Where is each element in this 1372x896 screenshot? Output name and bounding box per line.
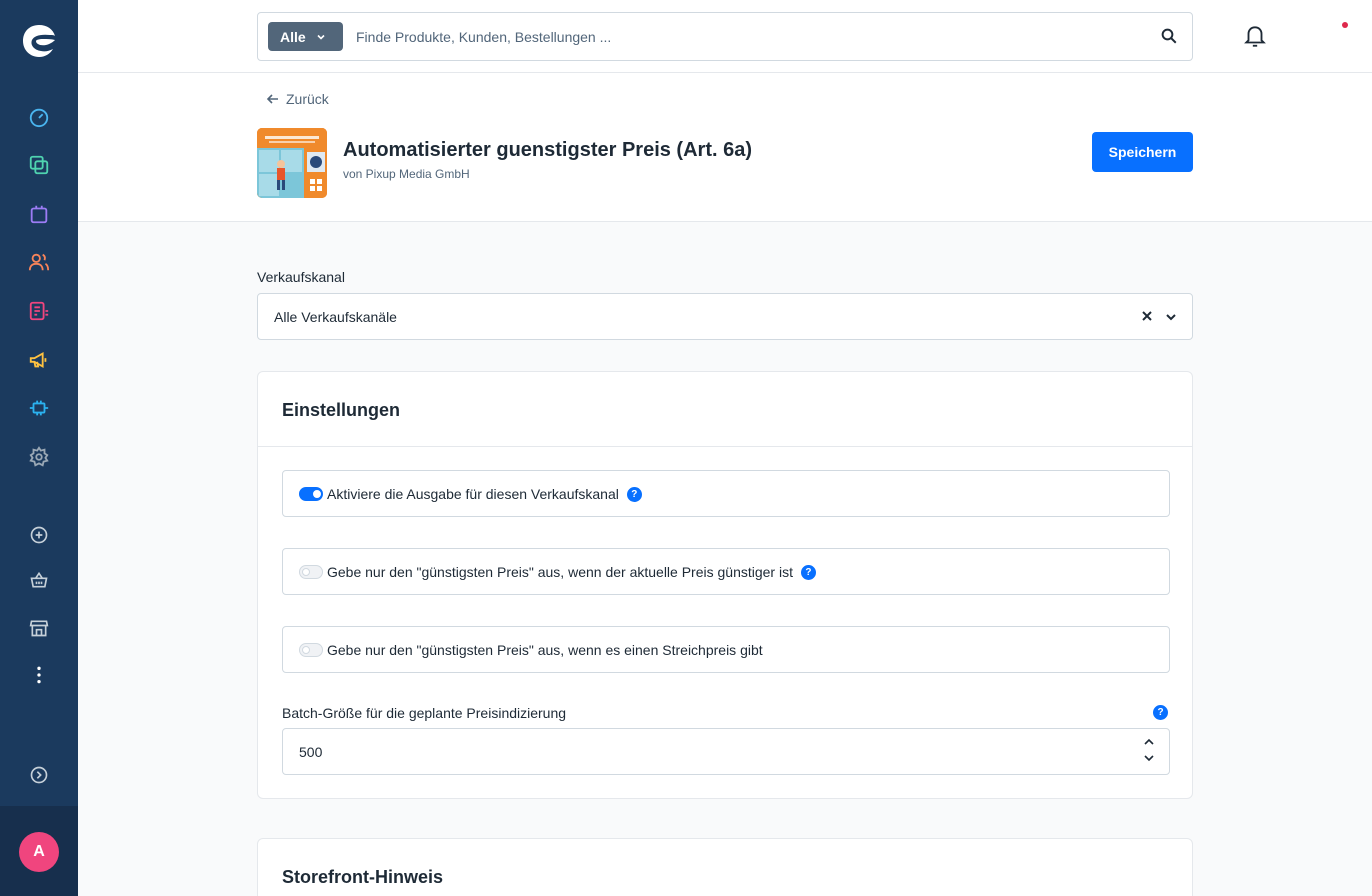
storefront-card: Storefront-Hinweis — [257, 838, 1193, 896]
chevron-down-icon[interactable] — [1143, 753, 1155, 763]
top-bar: Alle — [78, 0, 1372, 73]
switch-row-list-price: Gebe nur den "günstigsten Preis" aus, we… — [282, 626, 1170, 673]
batch-size-label: Batch-Größe für die geplante Preisindizi… — [282, 705, 567, 721]
search-type-select[interactable]: Alle — [268, 22, 343, 51]
orders-icon[interactable] — [27, 202, 51, 226]
sidebar: A — [0, 0, 78, 896]
batch-size-field[interactable]: 500 — [282, 728, 1170, 775]
notification-indicator — [1342, 22, 1348, 28]
save-button[interactable]: Speichern — [1092, 132, 1193, 172]
only-if-list-price-toggle[interactable] — [299, 643, 323, 657]
app-vendor: von Pixup Media GmbH — [343, 167, 470, 181]
add-icon[interactable] — [27, 523, 51, 547]
clear-icon[interactable] — [1140, 309, 1154, 328]
arrow-left-icon — [266, 94, 278, 104]
shopware-logo-icon[interactable] — [19, 21, 59, 61]
extensions-icon[interactable] — [27, 396, 51, 420]
chevron-down-icon[interactable] — [1164, 310, 1178, 329]
back-label: Zurück — [286, 91, 329, 107]
number-stepper — [1143, 737, 1155, 763]
settings-card: Einstellungen Aktiviere die Ausgabe für … — [257, 371, 1193, 799]
notifications-bell-icon[interactable] — [1242, 23, 1268, 54]
only-if-cheaper-label: Gebe nur den "günstigsten Preis" aus, we… — [327, 564, 793, 580]
switch-row-cheaper: Gebe nur den "günstigsten Preis" aus, we… — [282, 548, 1170, 595]
sales-channel-value: Alle Verkaufskanäle — [274, 309, 397, 325]
chevron-up-icon[interactable] — [1143, 737, 1155, 747]
only-if-cheaper-toggle[interactable] — [299, 565, 323, 579]
activate-output-label: Aktiviere die Ausgabe für diesen Verkauf… — [327, 486, 619, 502]
switch-row-activate: Aktiviere die Ausgabe für diesen Verkauf… — [282, 470, 1170, 517]
batch-size-value: 500 — [299, 744, 323, 760]
content-icon[interactable] — [27, 299, 51, 323]
search-type-label: Alle — [280, 28, 306, 45]
dashboard-icon[interactable] — [27, 105, 51, 129]
app-thumbnail-image — [257, 128, 327, 198]
expand-icon[interactable] — [27, 763, 51, 787]
sales-channel-select[interactable]: Alle Verkaufskanäle — [257, 293, 1193, 340]
marketing-icon[interactable] — [27, 348, 51, 372]
global-search: Alle — [257, 12, 1193, 61]
page-title: Automatisierter guenstigster Preis (Art.… — [343, 139, 752, 161]
sidebar-user-area: A — [0, 806, 78, 896]
help-tooltip-icon[interactable]: ? — [626, 486, 642, 502]
basket-icon[interactable] — [27, 568, 51, 592]
catalog-icon[interactable] — [27, 153, 51, 177]
settings-icon[interactable] — [27, 445, 51, 469]
more-icon[interactable] — [27, 663, 51, 687]
search-icon[interactable] — [1160, 27, 1178, 50]
search-input[interactable] — [356, 23, 1136, 51]
sales-channel-label: Verkaufskanal — [257, 269, 345, 285]
settings-card-title: Einstellungen — [282, 400, 401, 420]
store-icon[interactable] — [27, 616, 51, 640]
chevron-down-icon — [317, 34, 325, 40]
card-divider — [258, 446, 1192, 447]
storefront-card-title: Storefront-Hinweis — [282, 867, 444, 887]
help-tooltip-icon[interactable]: ? — [1153, 705, 1168, 720]
customers-icon[interactable] — [27, 250, 51, 274]
page-header: Zurück Automatisierter guenstigster Prei… — [78, 73, 1372, 222]
activate-output-toggle[interactable] — [299, 487, 323, 501]
only-if-list-price-label: Gebe nur den "günstigsten Preis" aus, we… — [327, 642, 763, 658]
avatar[interactable]: A — [19, 832, 59, 872]
back-link[interactable]: Zurück — [266, 91, 329, 107]
help-tooltip-icon[interactable]: ? — [800, 564, 816, 580]
